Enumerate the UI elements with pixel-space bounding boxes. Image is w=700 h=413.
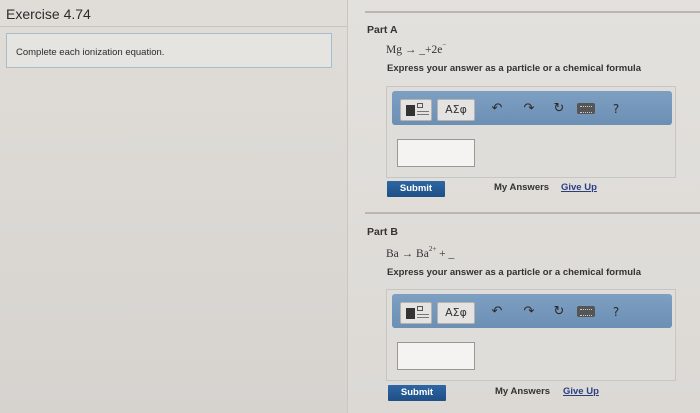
equation-blank: + _ [439,247,455,260]
exercise-title: Exercise 4.74 [6,6,91,22]
part-b-label: Part B [367,226,398,238]
reset-icon[interactable]: ↻ [550,100,568,118]
equation-reactant: Mg [386,43,402,56]
part-b-toolbar: ΑΣφ ↶ ↷ ↻ ? [392,294,672,328]
exercise-panel: Exercise 4.74 Complete each ionization e… [0,0,348,413]
electron-charge: − [442,41,447,49]
part-a-equation: Mg → _+2e− [386,41,447,56]
reaction-arrow: → [404,43,417,56]
part-a-answer-input[interactable] [397,139,475,167]
part-a-submit-button[interactable]: Submit [387,181,445,197]
part-b-equation: Ba → Ba2+ + _ [386,245,455,260]
equation-product: _+2e [419,43,443,56]
help-icon[interactable]: ? [607,303,625,321]
template-icon[interactable] [400,99,432,121]
part-a-answer-editor: ΑΣφ ↶ ↷ ↻ ? [386,86,676,178]
equation-reactant: Ba [386,247,399,260]
part-a-prompt: Express your answer as a particle or a c… [387,63,641,74]
part-b-answer-editor: ΑΣφ ↶ ↷ ↻ ? [386,289,676,381]
part-a-divider [365,11,700,13]
part-b-submit-button[interactable]: Submit [388,385,446,401]
part-b-prompt: Express your answer as a particle or a c… [387,267,641,278]
part-b-my-answers-link[interactable]: My Answers [495,386,550,397]
greek-symbols-button[interactable]: ΑΣφ [437,302,475,324]
part-a-give-up-link[interactable]: Give Up [561,182,597,193]
reset-icon[interactable]: ↻ [550,303,568,321]
part-b-answer-input[interactable] [397,342,475,370]
keyboard-icon[interactable] [577,306,595,317]
part-a-label: Part A [367,24,398,36]
divider [0,26,348,27]
undo-icon[interactable]: ↶ [488,100,506,118]
help-icon[interactable]: ? [607,100,625,118]
instruction-text: Complete each ionization equation. [16,47,165,58]
part-b-give-up-link[interactable]: Give Up [563,386,599,397]
parts-panel: Part A Mg → _+2e− Express your answer as… [352,0,700,413]
part-b-divider [365,212,700,214]
ion-charge: 2+ [428,245,437,253]
template-icon[interactable] [400,302,432,324]
undo-icon[interactable]: ↶ [488,303,506,321]
greek-symbols-button[interactable]: ΑΣφ [437,99,475,121]
instruction-box: Complete each ionization equation. [6,33,332,68]
redo-icon[interactable]: ↷ [520,303,538,321]
page: Exercise 4.74 Complete each ionization e… [0,0,700,413]
redo-icon[interactable]: ↷ [520,100,538,118]
reaction-arrow: → [401,247,414,260]
part-a-toolbar: ΑΣφ ↶ ↷ ↻ ? [392,91,672,125]
part-a-my-answers-link[interactable]: My Answers [494,182,549,193]
equation-product: Ba [416,247,429,260]
keyboard-icon[interactable] [577,103,595,114]
